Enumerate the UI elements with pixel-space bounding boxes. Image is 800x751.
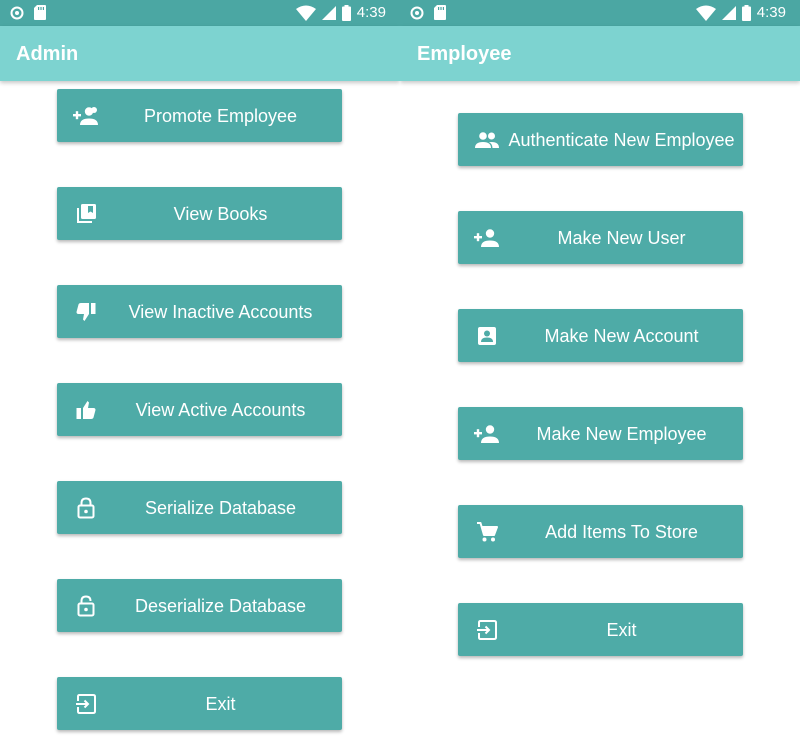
- add-items-to-store-label: Add Items To Store: [545, 521, 698, 542]
- battery-icon: [741, 5, 751, 21]
- add-items-to-store-button[interactable]: Add Items To Store: [458, 505, 743, 558]
- person-add-icon: [474, 225, 500, 251]
- exit-label: Exit: [606, 619, 637, 640]
- lock-icon: [73, 495, 99, 521]
- make-new-user-button[interactable]: Make New User: [458, 211, 743, 264]
- make-new-employee-label: Make New Employee: [536, 423, 707, 444]
- exit-icon: [73, 691, 99, 717]
- thumb-up-icon: [73, 397, 99, 423]
- lock-open-icon: [73, 593, 99, 619]
- person-add-alt-icon: [73, 103, 99, 129]
- view-active-accounts-button[interactable]: View Active Accounts: [57, 383, 342, 436]
- wifi-icon: [695, 5, 716, 21]
- view-books-button[interactable]: View Books: [57, 187, 342, 240]
- status-bar: 4:39: [0, 0, 400, 26]
- employee-screen: 4:39 Employee Authenticate New Employee …: [400, 0, 800, 751]
- exit-label: Exit: [205, 693, 236, 714]
- sync-circle-icon: [10, 6, 24, 19]
- authenticate-new-employee-label: Authenticate New Employee: [508, 129, 735, 150]
- account-box-icon: [474, 323, 500, 349]
- deserialize-database-button[interactable]: Deserialize Database: [57, 579, 342, 632]
- page-title: Admin: [16, 43, 79, 65]
- deserialize-database-label: Deserialize Database: [134, 595, 307, 616]
- cart-icon: [474, 519, 500, 545]
- cell-signal-icon: [321, 6, 336, 20]
- view-active-accounts-label: View Active Accounts: [135, 399, 306, 420]
- person-add-icon: [474, 421, 500, 447]
- view-books-label: View Books: [173, 203, 268, 224]
- make-new-user-label: Make New User: [557, 227, 686, 248]
- admin-screen: 4:39 Admin Promote Employee View Books V…: [0, 0, 400, 751]
- app-bar: Employee: [400, 26, 800, 81]
- app-bar: Admin: [0, 26, 400, 81]
- serialize-database-label: Serialize Database: [144, 497, 297, 518]
- make-new-account-button[interactable]: Make New Account: [458, 309, 743, 362]
- exit-button[interactable]: Exit: [458, 603, 743, 656]
- make-new-account-label: Make New Account: [544, 325, 699, 346]
- exit-icon: [474, 617, 500, 643]
- thumb-down-icon: [73, 299, 99, 325]
- status-time: 4:39: [356, 4, 386, 21]
- view-inactive-accounts-label: View Inactive Accounts: [128, 301, 313, 322]
- sd-card-icon: [434, 5, 446, 20]
- make-new-employee-button[interactable]: Make New Employee: [458, 407, 743, 460]
- sd-card-icon: [34, 5, 46, 20]
- wifi-icon: [295, 5, 316, 21]
- authenticate-new-employee-button[interactable]: Authenticate New Employee: [458, 113, 743, 166]
- library-books-icon: [73, 201, 99, 227]
- exit-button[interactable]: Exit: [57, 677, 342, 730]
- people-icon: [474, 127, 500, 153]
- serialize-database-button[interactable]: Serialize Database: [57, 481, 342, 534]
- view-inactive-accounts-button[interactable]: View Inactive Accounts: [57, 285, 342, 338]
- status-bar: 4:39: [400, 0, 800, 26]
- page-title: Employee: [417, 43, 512, 65]
- sync-circle-icon: [410, 6, 424, 19]
- promote-employee-button[interactable]: Promote Employee: [57, 89, 342, 142]
- status-time: 4:39: [756, 4, 786, 21]
- cell-signal-icon: [721, 6, 736, 20]
- promote-employee-label: Promote Employee: [143, 105, 298, 126]
- battery-icon: [341, 5, 351, 21]
